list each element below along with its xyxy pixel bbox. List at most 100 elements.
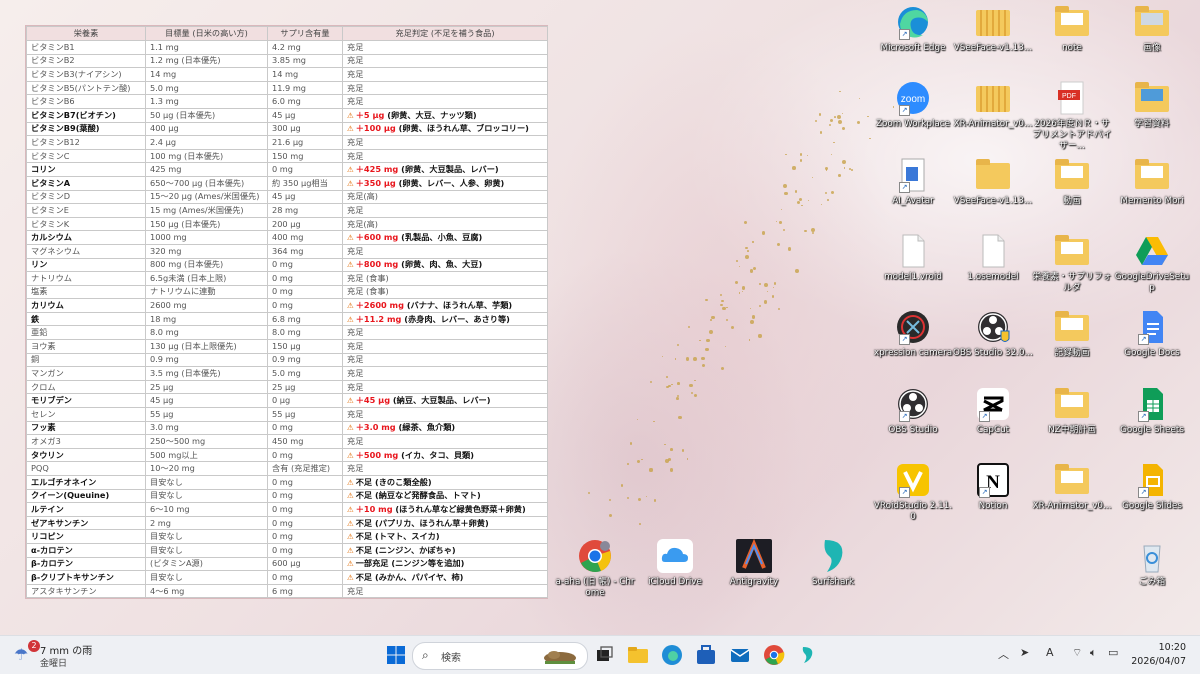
ime-indicator[interactable]: A — [1046, 646, 1054, 659]
desktop-icon-doc[interactable]: model1.vroid — [873, 233, 953, 283]
nutrient-cell: β-クリプトキサンチン — [26, 570, 146, 585]
desktop-icon-folder[interactable]: 動画 — [1032, 157, 1112, 207]
taskbar-chrome[interactable] — [762, 643, 786, 667]
shortfall-amount: ＋10 mg — [355, 503, 393, 514]
desktop-icon-folder[interactable]: 記録動画 — [1032, 309, 1112, 359]
desktop-icon-recycle[interactable]: ごみ箱 — [1112, 538, 1192, 588]
pdf-icon: PDF — [1052, 80, 1092, 116]
desktop-icon-zip[interactable]: XR-Animator_v0... — [953, 80, 1033, 130]
gold-speck — [851, 169, 854, 172]
supplement-cell: 55 μg — [267, 407, 343, 422]
taskbar-search[interactable]: ⌕ 検索 — [412, 642, 588, 670]
judgement-cell: ⚠ 不足 (トマト、スイカ) — [342, 529, 548, 544]
nutrient-cell: クイーン(Queuine) — [26, 488, 146, 504]
gold-speck — [676, 396, 680, 400]
desktop-icon-gslides[interactable]: ↗ Google Slides — [1112, 462, 1192, 512]
judgement-cell: 充足 — [342, 461, 548, 476]
judgement-cell: 充足(高) — [342, 216, 548, 232]
desktop-icon-folder[interactable]: XR-Animator_v0... — [1032, 462, 1112, 512]
start-button[interactable] — [384, 643, 408, 667]
table-row: オメガ3 250〜500 mg 450 mg 充足 — [26, 434, 548, 449]
judgement-cell: ⚠ ＋800 mg (卵黄、肉、魚、大豆) — [342, 257, 548, 273]
wifi-icon[interactable]: ⌔ — [1072, 646, 1082, 660]
gold-speck — [752, 266, 757, 271]
taskbar-surfshark[interactable] — [796, 643, 820, 667]
desktop-icon-edge[interactable]: ↗ Microsoft Edge — [873, 4, 953, 54]
target-cell: 目安なし — [145, 529, 268, 544]
tray-send-icon[interactable]: ➤ — [1020, 646, 1029, 659]
desktop-icon-zoom[interactable]: zoom ↗ Zoom Workplace — [873, 80, 953, 130]
desktop-icon-label: 動画 — [1063, 196, 1081, 206]
table-row: ビタミンB3(ナイアシン) 14 mg 14 mg 充足 — [26, 67, 548, 82]
nutrient-cell: ビタミンD — [26, 189, 146, 205]
gold-speck — [827, 199, 829, 201]
desktop-icon-folder[interactable]: 栄養素・サプリフォルダ — [1032, 233, 1112, 294]
gold-speck — [649, 381, 652, 384]
taskbar-clock[interactable]: 10:20 2026/04/07 — [1131, 641, 1186, 669]
desktop-icon-folder-blue[interactable]: 学習資料 — [1112, 80, 1192, 130]
gold-speck — [694, 379, 696, 382]
desktop-icon-vroid[interactable]: ↗ VRoidStudio 2.11.0 — [873, 462, 953, 523]
judgement-cell: 充足 — [342, 94, 548, 109]
table-row: ビタミンK 150 μg (日本優先) 200 μg 充足(高) — [26, 216, 548, 232]
gold-speck — [744, 221, 748, 225]
desktop-icon-surfshark[interactable]: Surfshark — [793, 538, 873, 588]
desktop-icon-folder[interactable]: Memento Mori — [1112, 157, 1192, 207]
desktop-icon-obs-shield[interactable]: OBS Studio 32.0... — [953, 309, 1033, 359]
target-cell: 400 μg — [145, 121, 268, 137]
gold-speck — [799, 153, 803, 156]
gold-speck — [785, 154, 787, 156]
desktop-icon-capcut[interactable]: ↗ CapCut — [953, 386, 1033, 436]
judgement-text: 不足 (トマト、スイカ) — [355, 531, 440, 542]
gold-speck — [677, 343, 679, 346]
gold-speck — [795, 268, 799, 273]
desktop-icon-zip[interactable]: VSeeFace-v1.13... — [953, 4, 1033, 54]
desktop-icon-obs[interactable]: ↗ OBS Studio — [873, 386, 953, 436]
volume-icon[interactable]: 🔈︎ — [1090, 646, 1097, 660]
header-target: 目標量 (日米の高い方) — [145, 26, 268, 41]
taskbar-file-explorer[interactable] — [626, 643, 650, 667]
taskbar-outlook[interactable] — [728, 643, 752, 667]
desktop-icon-chrome[interactable]: a-aha (旧 帳) - Chrome — [555, 538, 635, 599]
desktop-icon-xpression[interactable]: ↗ xpression camera — [873, 309, 953, 359]
desktop-icon-antigravity[interactable]: Antigravity — [714, 538, 794, 588]
desktop-icon-folder-plain[interactable]: VSeeFace-v1.13... — [953, 157, 1033, 207]
desktop-icon-label: AI_Avatar — [892, 196, 934, 206]
gold-speck — [821, 204, 823, 206]
desktop-icon-folder[interactable]: note — [1032, 4, 1112, 54]
gold-speck — [688, 325, 691, 328]
gold-speck — [720, 293, 723, 296]
warning-icon: ⚠ — [347, 301, 354, 311]
desktop-icon-file-blue[interactable]: ↗ AI_Avatar — [873, 157, 953, 207]
shortcut-arrow-icon: ↗ — [899, 487, 910, 498]
desktop-icon-pdf[interactable]: PDF 2026年度ＮＲ・サプリメントアドバイザー... — [1032, 80, 1112, 152]
desktop-icon-icloud[interactable]: iCloud Drive — [635, 538, 715, 588]
desktop-icon-folder-img[interactable]: 画像 — [1112, 4, 1192, 54]
supplement-cell: 含有 (充足推定) — [267, 461, 343, 476]
judgement-cell: ⚠ 一部充足 (ニンジン等を追加) — [342, 556, 548, 572]
taskbar-store[interactable] — [694, 643, 718, 667]
battery-icon[interactable]: ▭ — [1108, 646, 1118, 659]
nutrient-cell: ルテイン — [26, 502, 146, 517]
taskbar-edge[interactable] — [660, 643, 684, 667]
gold-speck — [799, 159, 803, 163]
desktop-icon-notion[interactable]: N ↗ Notion — [953, 462, 1033, 512]
gold-speck — [686, 458, 689, 461]
task-view-button[interactable] — [592, 643, 616, 667]
gold-speck — [859, 98, 861, 100]
supplement-cell: 11.9 mg — [267, 80, 343, 96]
supplement-cell: 0 mg — [267, 488, 343, 504]
desktop-icon-label: ごみ箱 — [1138, 577, 1166, 587]
desktop-icon-label: GoogleDriveSetup — [1114, 272, 1190, 293]
desktop-icon-gsheets[interactable]: ↗ Google Sheets — [1112, 386, 1192, 436]
nutrient-cell: カリウム — [26, 298, 146, 313]
warning-icon: ⚠ — [347, 165, 354, 175]
desktop-icon-gdocs[interactable]: ↗ Google Docs — [1112, 309, 1192, 359]
shortcut-arrow-icon: ↗ — [899, 411, 910, 422]
desktop-icon-gdrive[interactable]: GoogleDriveSetup — [1112, 233, 1192, 294]
table-row: ルテイン 6〜10 mg 0 mg ⚠ ＋10 mg (ほうれん草など緑黄色野菜＋卵黄) — [26, 502, 548, 517]
file-explorer-icon — [628, 647, 648, 663]
desktop-icon-doc[interactable]: 1.osemodel — [953, 233, 1033, 283]
tray-overflow-chevron-icon[interactable]: ︿ — [998, 646, 1009, 662]
desktop-icon-folder[interactable]: NZ中期計画 — [1032, 386, 1112, 436]
